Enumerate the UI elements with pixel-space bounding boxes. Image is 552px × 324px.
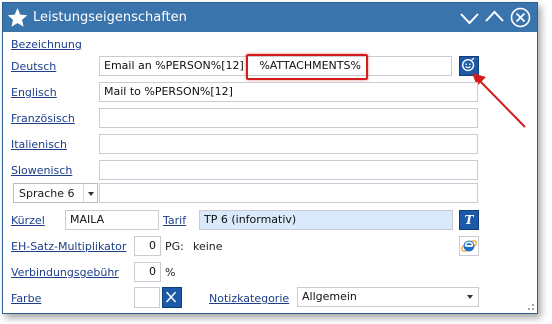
italienisch-label: Italienisch <box>11 138 67 151</box>
ie-button[interactable] <box>459 236 479 256</box>
bezeichnung-label: Bezeichnung <box>11 38 82 51</box>
titlebar: Leistungseigenschaften <box>3 3 537 32</box>
pg-value: keine <box>193 240 223 253</box>
triangle-down-icon <box>88 192 94 196</box>
star-icon <box>7 8 28 27</box>
pg-label: PG: <box>165 240 184 253</box>
color-swatch[interactable] <box>134 287 160 308</box>
slowenisch-field[interactable] <box>99 160 478 180</box>
verbindungsgebuehr-field[interactable]: 0 <box>134 262 161 282</box>
franzoesisch-label: Französisch <box>11 112 75 125</box>
chevron-up-icon[interactable] <box>484 7 505 28</box>
notizkategorie-value: Allgemein <box>302 290 357 303</box>
verbindungsgebuehr-label: Verbindungsgebühr <box>11 266 119 279</box>
slowenisch-label: Slowenisch <box>11 164 73 177</box>
notizkategorie-select[interactable]: Allgemein <box>297 287 479 307</box>
tarif-label: Tarif <box>163 214 187 227</box>
close-icon[interactable] <box>510 7 531 28</box>
tarif-button[interactable]: T <box>459 210 479 230</box>
color-clear-button[interactable] <box>162 287 182 308</box>
percent-label: % <box>165 266 176 279</box>
triangle-down-icon <box>467 295 473 299</box>
x-icon <box>166 291 177 303</box>
sprache-select-dropdown[interactable] <box>83 184 97 202</box>
deutsch-label: Deutsch <box>11 60 57 73</box>
italienisch-field[interactable] <box>99 134 478 154</box>
deutsch-field-part1: Email an %PERSON%[12] <box>104 59 244 72</box>
sprache6-field[interactable] <box>99 183 478 203</box>
kurzel-field[interactable]: MAILA <box>65 210 159 230</box>
sprache-select[interactable]: Sprache 6 <box>13 183 98 203</box>
chevron-down-icon[interactable] <box>459 7 480 28</box>
eh-multiplikator-label: EH-Satz-Multiplikator <box>11 240 127 253</box>
notizkategorie-label: Notizkategorie <box>209 292 290 305</box>
resize-grip-icon[interactable] <box>523 299 535 311</box>
kurzel-label: Kürzel <box>11 214 45 227</box>
sprache-select-value: Sprache 6 <box>19 187 75 200</box>
franzoesisch-field[interactable] <box>99 108 478 128</box>
englisch-field[interactable]: Mail to %PERSON%[12] <box>99 82 478 102</box>
pointer-arrow-icon <box>472 73 526 128</box>
eh-multiplikator-field[interactable]: 0 <box>134 236 161 256</box>
tarif-field[interactable]: TP 6 (informativ) <box>199 210 453 230</box>
englisch-label: Englisch <box>11 86 57 99</box>
window-title: Leistungseigenschaften <box>33 10 187 25</box>
farbe-label: Farbe <box>11 292 42 305</box>
dialog-window: Leistungseigenschaften Bezeichnung Deuts… <box>2 2 538 314</box>
highlight-box <box>246 54 368 80</box>
internet-explorer-icon <box>461 240 477 252</box>
